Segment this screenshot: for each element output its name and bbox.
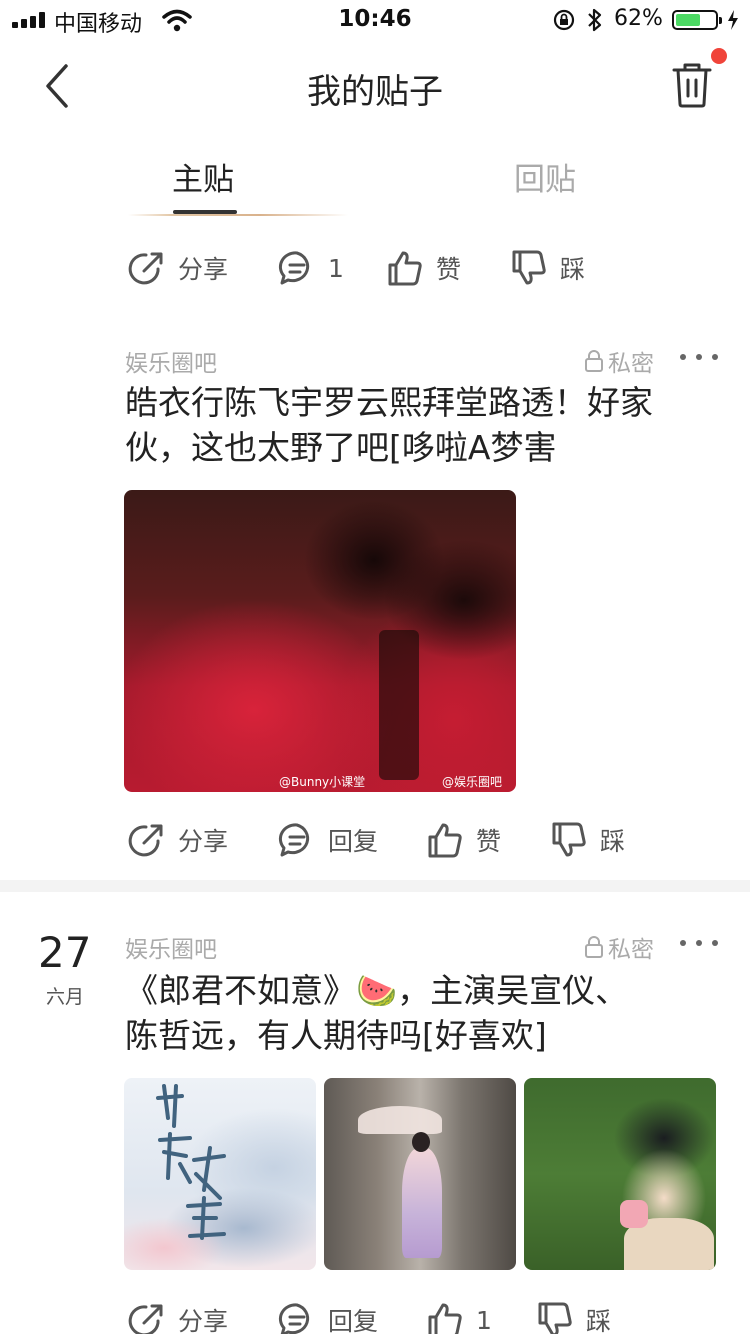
notification-dot — [711, 48, 727, 64]
dislike-button[interactable]: 踩 — [550, 820, 625, 860]
nav-bar: 我的贴子 — [0, 40, 750, 130]
private-label: 私密 — [608, 351, 654, 377]
tab-glow-line — [128, 214, 348, 216]
like-count: 1 — [476, 1305, 492, 1334]
post-date-day: 27 — [38, 928, 92, 977]
share-label: 分享 — [178, 827, 229, 856]
share-button[interactable]: 分享 — [128, 248, 228, 288]
share-label: 分享 — [178, 255, 229, 284]
figure-head — [412, 1132, 430, 1152]
page-title: 我的贴子 — [307, 72, 443, 112]
status-bar: 中国移动 10:46 62% — [0, 0, 750, 40]
post-title-line: 陈哲远，有人期待吗[好喜欢] — [125, 1016, 547, 1055]
share-button[interactable]: 分享 — [128, 820, 228, 860]
post-title[interactable]: 《郎君不如意》🍉，主演吴宣仪、 陈哲远，有人期待吗[好喜欢] — [125, 968, 725, 1058]
action-bar: 分享 回复 1 踩 — [0, 1290, 750, 1334]
like-label: 赞 — [436, 255, 462, 284]
reply-label: 回复 — [328, 1307, 379, 1334]
comment-count: 1 — [328, 253, 344, 283]
share-icon — [128, 1304, 163, 1334]
lock-icon — [585, 350, 603, 372]
comment-icon — [278, 251, 310, 285]
like-label: 赞 — [476, 827, 502, 856]
post-title-line: 皓衣行陈飞宇罗云熙拜堂路透！好家 — [125, 383, 653, 422]
dislike-label: 踩 — [600, 827, 626, 856]
reply-button[interactable]: 回复 — [278, 1300, 378, 1334]
comment-icon — [278, 823, 310, 857]
calligraphy-art — [156, 1084, 226, 1240]
action-bar: 分享 1 赞 踩 — [0, 238, 750, 298]
charging-icon — [728, 10, 738, 30]
rotation-lock-icon — [553, 9, 575, 31]
post-image[interactable] — [524, 1078, 716, 1270]
reply-label: 回复 — [328, 827, 379, 856]
post-image[interactable] — [324, 1078, 516, 1270]
post-image[interactable]: @Bunny小课堂 @娱乐圈吧 — [124, 490, 516, 792]
thumbs-up-icon — [388, 251, 422, 286]
thumbs-down-icon — [538, 1302, 572, 1334]
post-title-line: 《郎君不如意》🍉，主演吴宣仪、 — [125, 971, 629, 1010]
comment-button[interactable]: 1 — [278, 248, 344, 288]
share-icon — [128, 252, 163, 285]
bluetooth-icon — [588, 8, 602, 32]
thumbs-down-icon — [552, 822, 586, 857]
post-image[interactable] — [124, 1078, 316, 1270]
share-label: 分享 — [178, 1307, 229, 1334]
trash-icon[interactable] — [670, 60, 714, 110]
section-divider — [0, 880, 750, 892]
dislike-button[interactable]: 踩 — [510, 248, 585, 288]
post-title[interactable]: 皓衣行陈飞宇罗云熙拜堂路透！好家 伙，这也太野了吧[哆啦A梦害 — [125, 380, 725, 470]
figure — [402, 1148, 442, 1258]
dislike-button[interactable]: 踩 — [536, 1300, 611, 1334]
image-watermark: @娱乐圈吧 — [442, 775, 503, 789]
post-source[interactable]: 娱乐圈吧 — [125, 930, 217, 964]
reply-button[interactable]: 回复 — [278, 820, 378, 860]
tab-active-indicator — [173, 210, 237, 214]
battery-icon — [672, 10, 722, 30]
action-bar: 分享 回复 赞 踩 — [0, 810, 750, 870]
more-dots-icon[interactable] — [680, 938, 718, 948]
dislike-label: 踩 — [560, 255, 586, 284]
tab-reply-posts[interactable]: 回贴 — [514, 154, 576, 199]
post-date-month: 六月 — [46, 986, 85, 1008]
post-title-line: 伙，这也太野了吧[哆啦A梦害 — [125, 428, 557, 467]
private-badge: 私密 — [584, 344, 654, 378]
like-button[interactable]: 赞 — [386, 248, 461, 288]
lock-icon — [585, 936, 603, 958]
share-icon — [128, 824, 163, 857]
post-source[interactable]: 娱乐圈吧 — [125, 344, 217, 378]
image-watermark: @Bunny小课堂 — [279, 775, 366, 789]
umbrella — [358, 1106, 442, 1134]
more-dots-icon[interactable] — [680, 352, 718, 362]
like-button[interactable]: 赞 — [426, 820, 501, 860]
tab-bar: 主贴 回贴 — [0, 140, 750, 220]
pink-fan — [620, 1200, 648, 1228]
dislike-label: 踩 — [586, 1307, 612, 1334]
image-shadow — [379, 630, 419, 780]
share-button[interactable]: 分享 — [128, 1300, 228, 1334]
thumbs-down-icon — [512, 250, 546, 285]
thumbs-up-icon — [428, 1303, 462, 1334]
like-button[interactable]: 1 — [426, 1300, 492, 1334]
tab-main-posts[interactable]: 主贴 — [172, 154, 234, 199]
private-badge: 私密 — [584, 930, 654, 964]
thumbs-up-icon — [428, 823, 462, 858]
comment-icon — [278, 1303, 310, 1334]
private-label: 私密 — [608, 937, 654, 963]
battery-percent: 62% — [614, 6, 663, 31]
